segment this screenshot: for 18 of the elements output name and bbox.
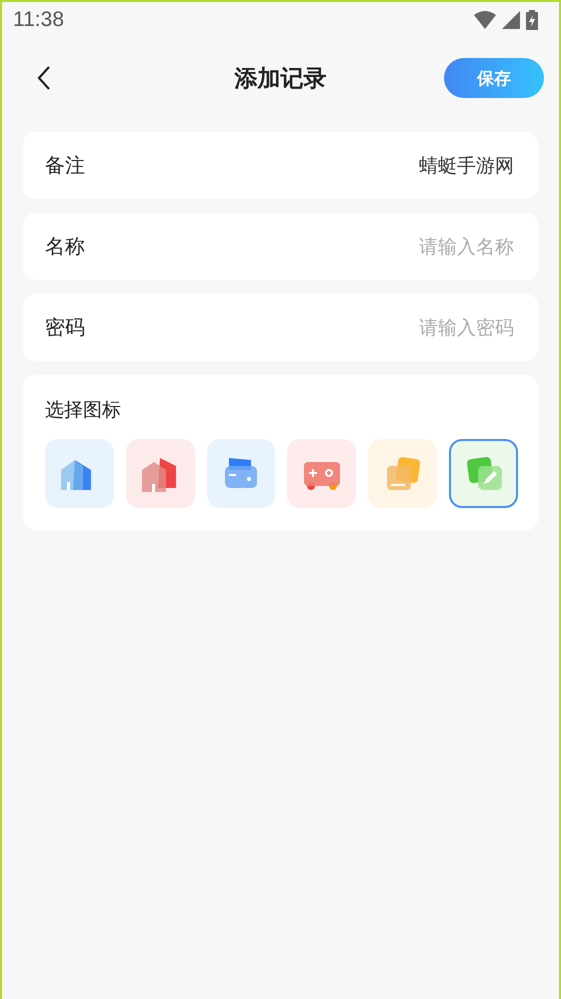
icon-option[interactable]: [206, 439, 276, 508]
section-title: 选择图标: [45, 398, 122, 423]
status-time: 11:38: [13, 8, 64, 32]
icon-option[interactable]: [449, 439, 518, 508]
page-title: 添加记录: [234, 64, 326, 94]
icon-option[interactable]: [126, 439, 195, 508]
icon-option[interactable]: [45, 439, 114, 508]
input-field[interactable]: 蜻蜓手游网: [252, 154, 516, 178]
signal-icon: [502, 11, 520, 29]
input-field[interactable]: 请输入密码: [252, 316, 516, 340]
icon-option[interactable]: [287, 439, 356, 508]
back-icon[interactable]: [37, 65, 51, 91]
wifi-icon: [474, 11, 496, 29]
input-field[interactable]: 请输入名称: [252, 234, 516, 258]
field-label: 备注: [45, 152, 85, 179]
battery-icon: [526, 10, 538, 30]
field-label: 密码: [45, 314, 85, 341]
field-label: 名称: [45, 233, 85, 260]
